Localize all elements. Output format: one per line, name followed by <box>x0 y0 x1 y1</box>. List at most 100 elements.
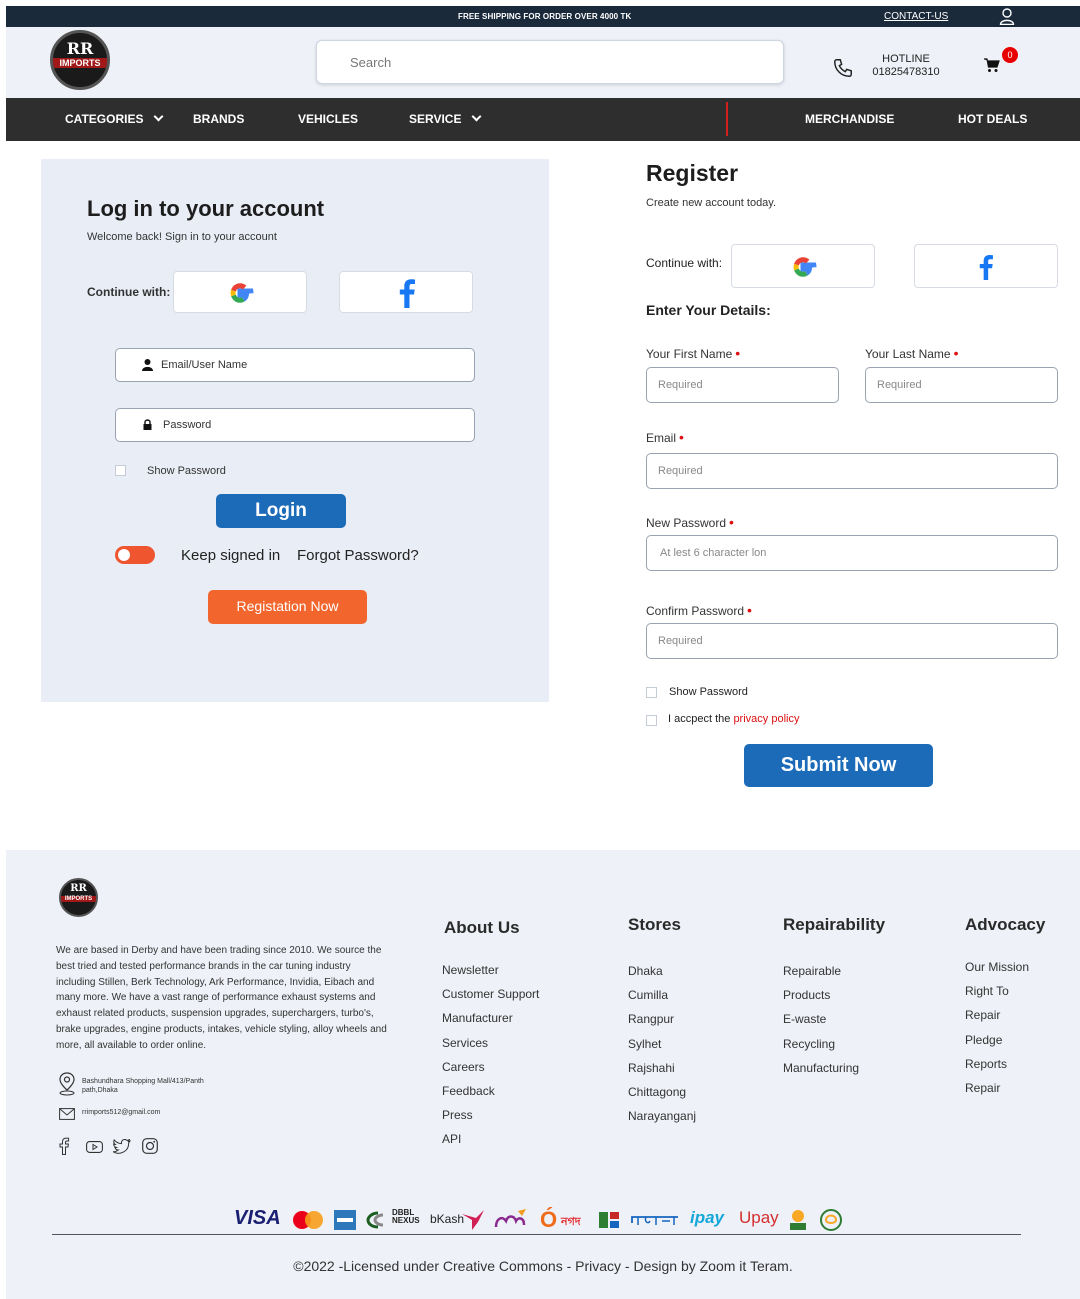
footer-link[interactable]: Rajshahi <box>628 1056 696 1080</box>
footer-heading-about: About Us <box>444 918 520 937</box>
ipay-logo: ipay <box>690 1208 725 1227</box>
first-name-label-text: Your First Name <box>646 347 733 361</box>
footer-link[interactable]: Manufacturing <box>783 1056 859 1080</box>
keep-signed-in-toggle[interactable] <box>115 546 155 564</box>
email-label: Email • <box>646 429 684 445</box>
footer-divider <box>52 1234 1021 1235</box>
upay-logo: Upay <box>739 1208 779 1227</box>
facebook-social-icon[interactable] <box>58 1137 70 1155</box>
payment-methods: VISA DBBL NEXUS bKash Ó নগদ ipay Upay <box>230 1205 850 1235</box>
nav-categories[interactable]: CATEGORIES <box>65 111 164 126</box>
facebook-icon <box>979 255 993 280</box>
facebook-login-button[interactable] <box>339 271 473 313</box>
register-continue-label: Continue with: <box>646 256 723 270</box>
nav-divider <box>726 102 728 136</box>
footer-heading-repairability: Repairability <box>783 915 886 934</box>
footer-link[interactable]: Services <box>442 1031 539 1055</box>
password-field[interactable]: Password <box>115 408 475 442</box>
nav-merchandise[interactable]: MERCHANDISE <box>805 112 894 126</box>
register-subtitle: Create new account today. <box>646 197 777 209</box>
login-title: Log in to your account <box>87 196 325 221</box>
hotline-number: 01825478310 <box>872 66 940 78</box>
required-asterisk: • <box>747 602 752 618</box>
email-field[interactable]: Required <box>646 453 1058 489</box>
footer-link[interactable]: Pledge <box>965 1028 1029 1052</box>
new-password-label: New Password • <box>646 514 734 530</box>
lock-icon <box>143 419 152 430</box>
footer-link[interactable]: Rangpur <box>628 1007 696 1031</box>
footer-link[interactable]: Press <box>442 1103 539 1127</box>
register-show-password-label: Show Password <box>669 686 748 698</box>
instagram-icon[interactable] <box>142 1138 158 1154</box>
email-placeholder: Email/User Name <box>161 359 248 371</box>
forgot-password-link[interactable]: Forgot Password? <box>297 547 419 564</box>
google-register-button[interactable] <box>731 244 875 288</box>
required-asterisk: • <box>735 345 741 361</box>
footer-link[interactable]: Cumilla <box>628 983 696 1007</box>
nav-brands[interactable]: BRANDS <box>193 112 244 126</box>
login-panel: Log in to your account Welcome back! Sig… <box>41 159 549 702</box>
contact-us-link[interactable]: CONTACT-US <box>884 11 948 22</box>
submit-now-button[interactable]: Submit Now <box>744 744 933 787</box>
nav-service[interactable]: SERVICE <box>409 111 482 126</box>
nagad-icon: Ó <box>540 1207 558 1232</box>
registration-now-button[interactable]: Registation Now <box>208 590 367 624</box>
phone-icon <box>834 59 852 77</box>
privacy-policy-link[interactable]: privacy policy <box>733 713 799 725</box>
footer-link[interactable]: Chittagong <box>628 1080 696 1104</box>
footer-link[interactable]: Right To <box>965 979 1029 1003</box>
facebook-register-button[interactable] <box>914 244 1058 288</box>
footer-link[interactable]: Customer Support <box>442 982 539 1006</box>
login-button[interactable]: Login <box>216 494 346 528</box>
last-name-field[interactable]: Required <box>865 367 1058 403</box>
footer-link[interactable]: Products <box>783 983 859 1007</box>
footer-link[interactable]: Feedback <box>442 1079 539 1103</box>
required-asterisk: • <box>729 514 734 530</box>
required-asterisk: • <box>953 345 959 361</box>
first-name-field[interactable]: Required <box>646 367 839 403</box>
copyright-text: ©2022 -Licensed under Creative Commons -… <box>293 1258 793 1274</box>
footer-link[interactable]: Our Mission <box>965 955 1029 979</box>
logo-wordmark: IMPORTS <box>53 58 107 68</box>
confirm-password-field[interactable]: Required <box>646 623 1058 659</box>
search-placeholder: Search <box>350 55 392 70</box>
footer-link[interactable]: Sylhet <box>628 1032 696 1056</box>
nav-vehicles[interactable]: VEHICLES <box>298 112 358 126</box>
site-logo[interactable]: RR IMPORTS <box>50 30 110 90</box>
footer-logo-monogram: RR <box>70 883 87 894</box>
footer-link[interactable]: Reports <box>965 1052 1029 1076</box>
footer-email[interactable]: rrimports512@gmail.com <box>82 1109 160 1116</box>
youtube-icon[interactable] <box>86 1141 103 1153</box>
required-asterisk: • <box>679 429 684 445</box>
footer-link[interactable]: Repair <box>965 1076 1029 1100</box>
footer-link[interactable]: Careers <box>442 1055 539 1079</box>
footer-list-about: Newsletter Customer Support Manufacturer… <box>442 958 539 1152</box>
cart-button[interactable]: 0 <box>984 47 1018 78</box>
footer-link[interactable]: E-waste <box>783 1007 859 1031</box>
shipping-notice: FREE SHIPPING FOR ORDER OVER 4000 TK <box>458 12 632 21</box>
footer-logo[interactable]: RR IMPORTS <box>59 878 98 917</box>
footer-link[interactable]: Repair <box>965 1003 1029 1027</box>
show-password-checkbox[interactable] <box>115 465 126 476</box>
footer-link[interactable]: Narayanganj <box>628 1104 696 1128</box>
footer-link[interactable]: Newsletter <box>442 958 539 982</box>
email-username-field[interactable]: Email/User Name <box>115 348 475 382</box>
footer-link[interactable]: API <box>442 1127 539 1151</box>
search-input[interactable]: Search <box>316 40 784 84</box>
footer-link[interactable]: Repairable <box>783 959 859 983</box>
footer-link[interactable]: Dhaka <box>628 959 696 983</box>
footer-link[interactable]: Recycling <box>783 1032 859 1056</box>
user-account-icon[interactable] <box>999 8 1015 25</box>
new-password-field[interactable]: At lest 6 character lon <box>646 535 1058 571</box>
google-login-button[interactable] <box>173 271 307 313</box>
footer-heading-advocacy: Advocacy <box>965 915 1046 934</box>
twitter-icon[interactable] <box>113 1139 131 1154</box>
accept-policy-label: I accpect the privacy policy <box>668 713 799 725</box>
email-label-text: Email <box>646 431 677 445</box>
footer-link[interactable]: Manufacturer <box>442 1006 539 1030</box>
main-navigation: CATEGORIES BRANDS VEHICLES SERVICE MERCH… <box>6 98 1080 141</box>
accept-policy-checkbox[interactable] <box>646 715 657 726</box>
register-show-password-checkbox[interactable] <box>646 687 657 698</box>
nav-hot-deals[interactable]: HOT DEALS <box>958 112 1027 126</box>
top-announcement-bar: FREE SHIPPING FOR ORDER OVER 4000 TK CON… <box>6 6 1080 27</box>
